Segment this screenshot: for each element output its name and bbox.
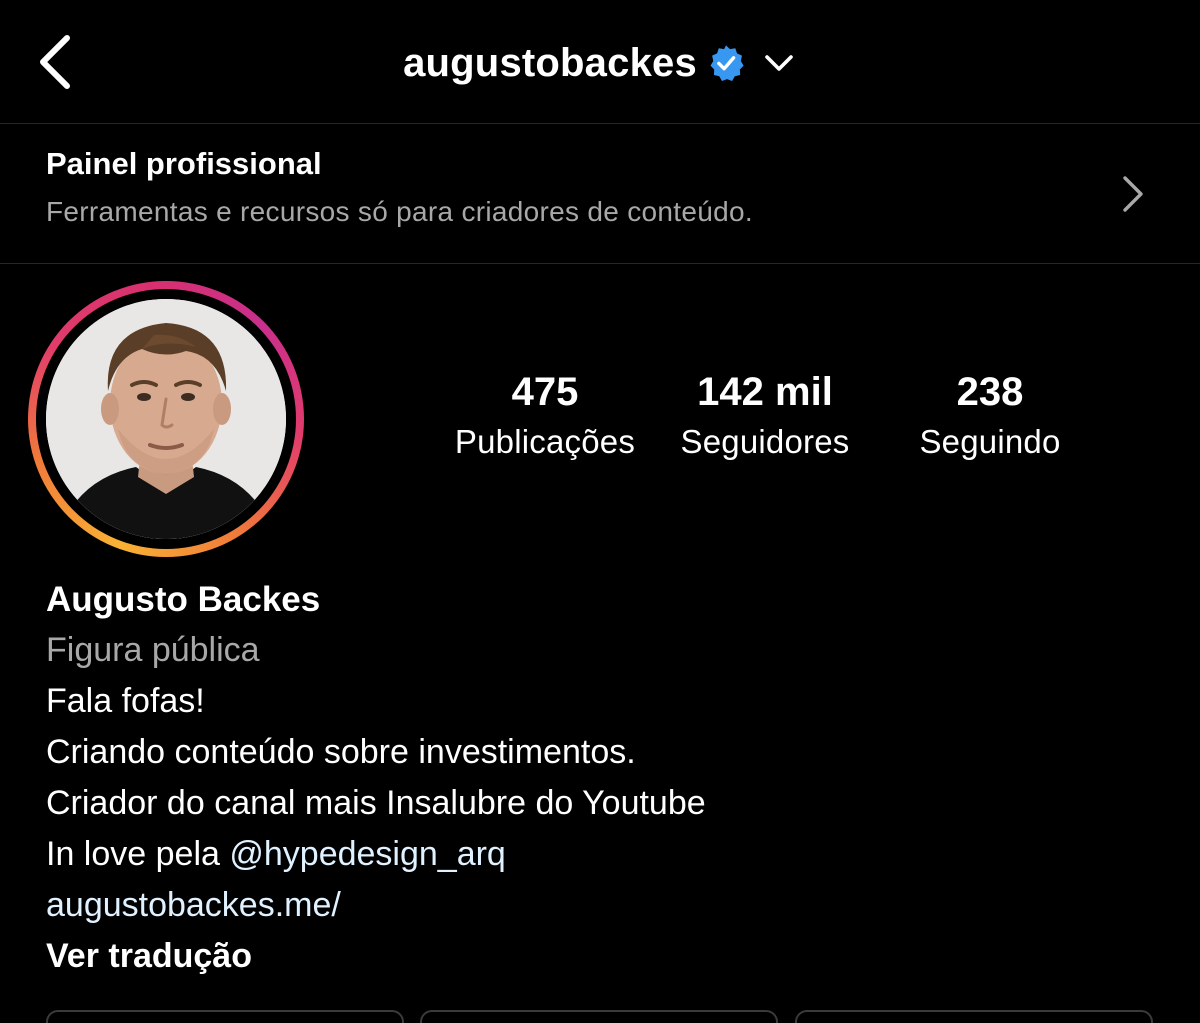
profile-website-link[interactable]: augustobackes.me/ — [46, 880, 1146, 931]
account-switcher[interactable]: augustobackes — [0, 36, 1200, 90]
avatar-portrait-image — [46, 299, 286, 539]
action-button-1[interactable] — [46, 1010, 404, 1023]
stat-posts-label: Publicações — [454, 423, 636, 460]
profile-stats: 475 Publicações 142 mil Seguidores 238 S… — [430, 366, 1110, 476]
profile-username: augustobackes — [403, 40, 697, 85]
bio-mention-link[interactable]: @hypedesign_arq — [229, 835, 505, 873]
bio-line-2: Criando conteúdo sobre investimentos. — [46, 733, 636, 771]
see-translation-button[interactable]: Ver tradução — [46, 931, 1146, 982]
avatar-ring-gap — [36, 289, 296, 549]
chevron-right-icon — [1123, 176, 1143, 212]
pro-panel-subtitle: Ferramentas e recursos só para criadores… — [46, 196, 753, 227]
stat-followers-label: Seguidores — [680, 423, 850, 460]
stat-followers[interactable]: 142 mil Seguidores — [650, 366, 880, 466]
profile-action-buttons — [46, 1010, 1156, 1023]
verified-badge-icon — [707, 44, 745, 82]
stat-following-value: 238 — [956, 370, 1024, 414]
stat-posts[interactable]: 475 Publicações — [430, 366, 660, 466]
pro-panel-title: Painel profissional — [46, 146, 322, 181]
bio-line-4: In love pela @hypedesign_arq — [46, 829, 1146, 880]
story-ring-avatar[interactable] — [28, 281, 304, 557]
bio-line-1: Fala fofas! — [46, 682, 205, 720]
bio-line-3: Criador do canal mais Insalubre do Youtu… — [46, 784, 706, 822]
professional-dashboard-row[interactable]: Painel profissional Ferramentas e recurs… — [0, 124, 1200, 264]
action-button-2[interactable] — [420, 1010, 778, 1023]
action-button-3[interactable] — [795, 1010, 1153, 1023]
avatar — [46, 299, 286, 539]
stat-following-label: Seguindo — [919, 423, 1061, 460]
top-navigation-bar: augustobackes — [0, 0, 1200, 124]
stat-following[interactable]: 238 Seguindo — [875, 366, 1105, 466]
chevron-down-icon[interactable] — [761, 45, 797, 81]
profile-bio: Augusto Backes Figura pública Fala fofas… — [46, 574, 1146, 982]
stat-posts-value: 475 — [511, 370, 579, 414]
stat-followers-value: 142 mil — [697, 370, 833, 414]
profile-display-name: Augusto Backes — [46, 580, 321, 619]
profile-category: Figura pública — [46, 631, 260, 669]
bio-line-4-prefix: In love pela — [46, 835, 230, 873]
